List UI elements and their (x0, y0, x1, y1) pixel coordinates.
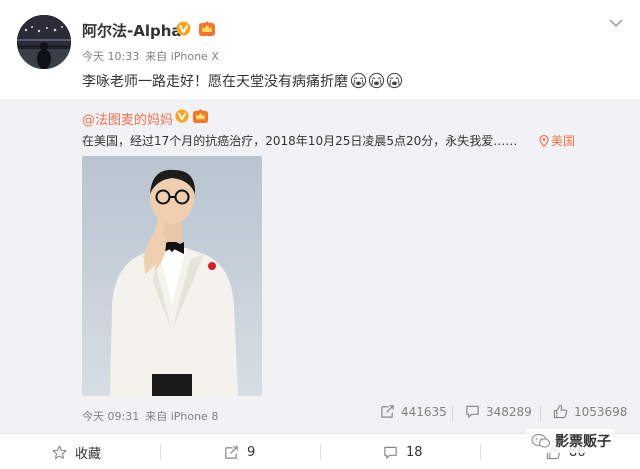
favorite-label: 收藏 (75, 446, 102, 462)
original-repost-count: 441635 (401, 404, 447, 419)
crying-face-emoji (368, 72, 385, 89)
comment-icon (466, 405, 479, 418)
repost-count: 9 (247, 444, 256, 460)
author-avatar[interactable] (17, 15, 71, 69)
wechat-logo-icon (531, 433, 551, 448)
original-post-text: 在美国，经过17个月的抗癌治疗，2018年10月25日凌晨5点20分，永失我爱…… (82, 134, 518, 148)
location-label: 美国 (551, 134, 576, 148)
original-like-stat[interactable]: 1053698 (553, 404, 627, 419)
original-post-time: 今天 09:31 (82, 410, 140, 423)
stat-divider (452, 406, 453, 422)
original-post-source: 来自 iPhone 8 (145, 410, 219, 423)
crying-face-emoji (350, 72, 367, 89)
repost-button[interactable]: 9 (224, 434, 255, 469)
post-time: 今天 10:33 (82, 50, 140, 63)
verified-v-icon (176, 21, 191, 36)
thumbs-up-icon (553, 404, 568, 419)
post-photo[interactable] (82, 156, 262, 396)
watermark-text: 影票贩子 (555, 434, 611, 450)
original-comment-stat[interactable]: 348289 (465, 404, 532, 419)
chevron-down-icon[interactable] (609, 18, 623, 28)
original-comment-count: 348289 (486, 404, 532, 419)
comment-icon (384, 446, 397, 459)
original-author-name[interactable]: @法图麦的妈妈 (82, 109, 173, 128)
reposted-content[interactable]: @法图麦的妈妈 在美国，经过17个月的抗癌治疗，2018年10月25日凌晨5点2… (0, 99, 640, 433)
favorite-button[interactable]: 收藏 (52, 434, 101, 469)
action-divider (320, 444, 321, 460)
post-text: 李咏老师一路走好！愿在天堂没有病痛折磨 (82, 74, 348, 90)
original-like-count: 1053698 (574, 404, 628, 419)
original-repost-stat[interactable]: 441635 (380, 404, 447, 419)
vip-crown-icon[interactable] (192, 108, 209, 124)
verified-v-icon (175, 109, 189, 123)
location-tag[interactable]: 美国 (539, 132, 575, 149)
weibo-post-card: 阿尔法-Alpha 今天 10:33 来自 iPhone X 李咏老师一路走好！愿… (0, 0, 640, 469)
wechat-watermark: 影票贩子 (527, 429, 615, 453)
stat-divider (540, 406, 541, 422)
crying-face-emoji (386, 72, 403, 89)
author-name[interactable]: 阿尔法-Alpha (82, 20, 182, 41)
original-post-meta: 今天 09:31 来自 iPhone 8 (82, 408, 224, 424)
post-meta: 今天 10:33 来自 iPhone X (82, 48, 225, 64)
post-source: 来自 iPhone X (145, 50, 219, 63)
repost-icon (381, 405, 394, 418)
comment-count: 18 (406, 444, 423, 460)
action-divider (160, 444, 161, 460)
comment-button[interactable]: 18 (383, 434, 423, 469)
vip-crown-icon[interactable] (198, 20, 216, 37)
location-pin-icon (539, 134, 549, 147)
action-divider (480, 444, 481, 460)
emoji-row (350, 72, 403, 89)
star-icon (52, 445, 67, 459)
repost-icon (225, 445, 238, 459)
